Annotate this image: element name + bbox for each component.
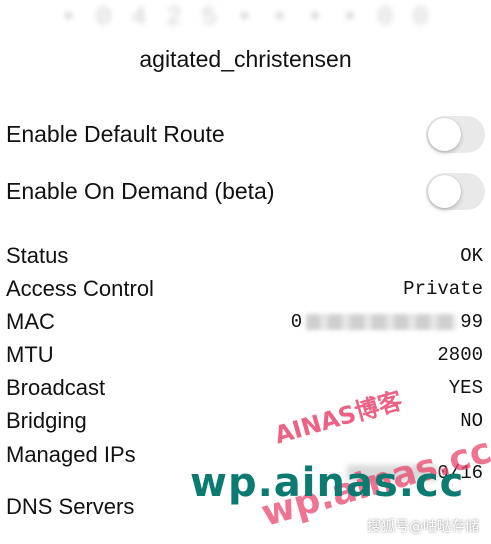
status-row: Status OK xyxy=(6,241,483,271)
status-label: Status xyxy=(6,243,69,268)
network-id: • 0 4 2 5 • • • • 0 0 xyxy=(0,2,491,32)
toggle-knob xyxy=(428,117,461,151)
mac-label: MAC xyxy=(6,309,55,334)
watermark-url: wp.ainas.cc xyxy=(190,460,465,506)
default-route-label: Enable Default Route xyxy=(6,120,225,147)
mac-redacted xyxy=(306,314,457,330)
bridging-label: Bridging xyxy=(6,408,87,433)
managed-ips-label: Managed IPs xyxy=(6,442,136,467)
mac-value: 0 99 xyxy=(291,311,483,333)
broadcast-label: Broadcast xyxy=(6,375,106,400)
access-control-row: Access Control Private xyxy=(6,274,483,304)
bridging-row: Bridging NO xyxy=(6,406,483,436)
watermark-corner: 搜狐号@咕哒存储 xyxy=(367,519,479,535)
mtu-value: 2800 xyxy=(437,344,483,366)
mac-suffix: 99 xyxy=(460,311,483,333)
broadcast-row: Broadcast YES xyxy=(6,373,483,403)
on-demand-toggle[interactable] xyxy=(426,172,485,210)
network-id-hidden: • 0 4 2 5 • • • • 0 0 xyxy=(60,2,431,32)
dns-servers-label: DNS Servers xyxy=(6,494,135,519)
toggle-knob xyxy=(428,174,461,208)
mtu-row: MTU 2800 xyxy=(6,340,483,370)
mac-prefix: 0 xyxy=(290,311,303,333)
network-name: agitated_christensen xyxy=(139,46,352,72)
on-demand-label: Enable On Demand (beta) xyxy=(6,177,275,204)
access-control-label: Access Control xyxy=(6,276,154,301)
default-route-toggle[interactable] xyxy=(426,115,485,153)
broadcast-value: YES xyxy=(448,377,483,399)
on-demand-row: Enable On Demand (beta) xyxy=(6,171,485,211)
access-control-value: Private xyxy=(403,278,483,300)
mac-row: MAC 0 99 xyxy=(6,307,483,337)
status-value: OK xyxy=(460,245,483,267)
default-route-row: Enable Default Route xyxy=(6,114,485,154)
bridging-value: NO xyxy=(460,410,483,432)
mtu-label: MTU xyxy=(6,342,54,367)
